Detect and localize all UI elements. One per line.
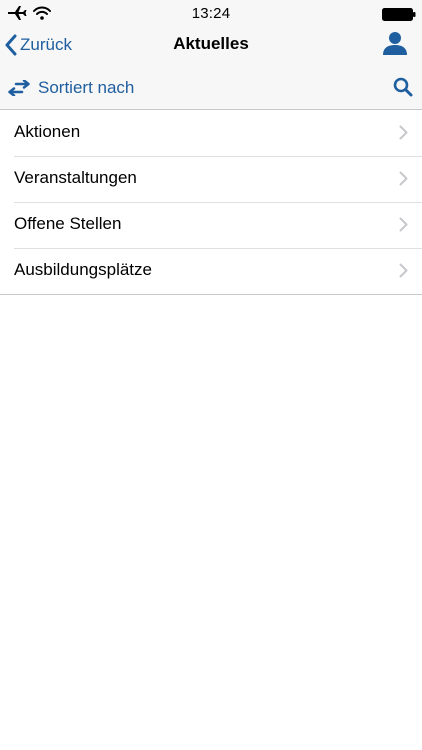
page-title: Aktuelles [173,34,249,53]
status-time: 13:24 [191,5,231,22]
chevron-right-icon [399,125,408,140]
list-item-veranstaltungen[interactable]: Veranstaltungen [0,156,422,202]
screen: 13:24 Zurück Aktuelles Sortiert nach Akt… [0,0,422,750]
list-item-ausbildungsplaetze[interactable]: Ausbildungsplätze [0,248,422,294]
chevron-right-icon [399,263,408,278]
list-item-label: Ausbildungsplätze [14,260,152,279]
sort-label: Sortiert nach [38,78,135,97]
chevron-right-icon [399,217,408,232]
battery-icon [382,8,416,21]
swap-arrows-icon [8,80,30,96]
sort-button[interactable]: Sortiert nach [8,75,134,101]
chevron-right-icon [399,171,408,186]
list-item-label: Aktionen [14,122,81,141]
list-item-aktionen[interactable]: Aktionen [0,110,422,156]
user-icon[interactable] [382,30,408,56]
category-list: Aktionen Veranstaltungen Offene Stellen … [0,110,422,295]
sort-search-toolbar: Sortiert nach [0,67,422,110]
search-icon[interactable] [392,76,414,98]
list-item-offene-stellen[interactable]: Offene Stellen [0,202,422,248]
list-item-label: Offene Stellen [14,214,122,233]
navigation-bar: Zurück Aktuelles [0,27,422,67]
status-bar: 13:24 [0,0,422,27]
list-item-label: Veranstaltungen [14,168,137,187]
